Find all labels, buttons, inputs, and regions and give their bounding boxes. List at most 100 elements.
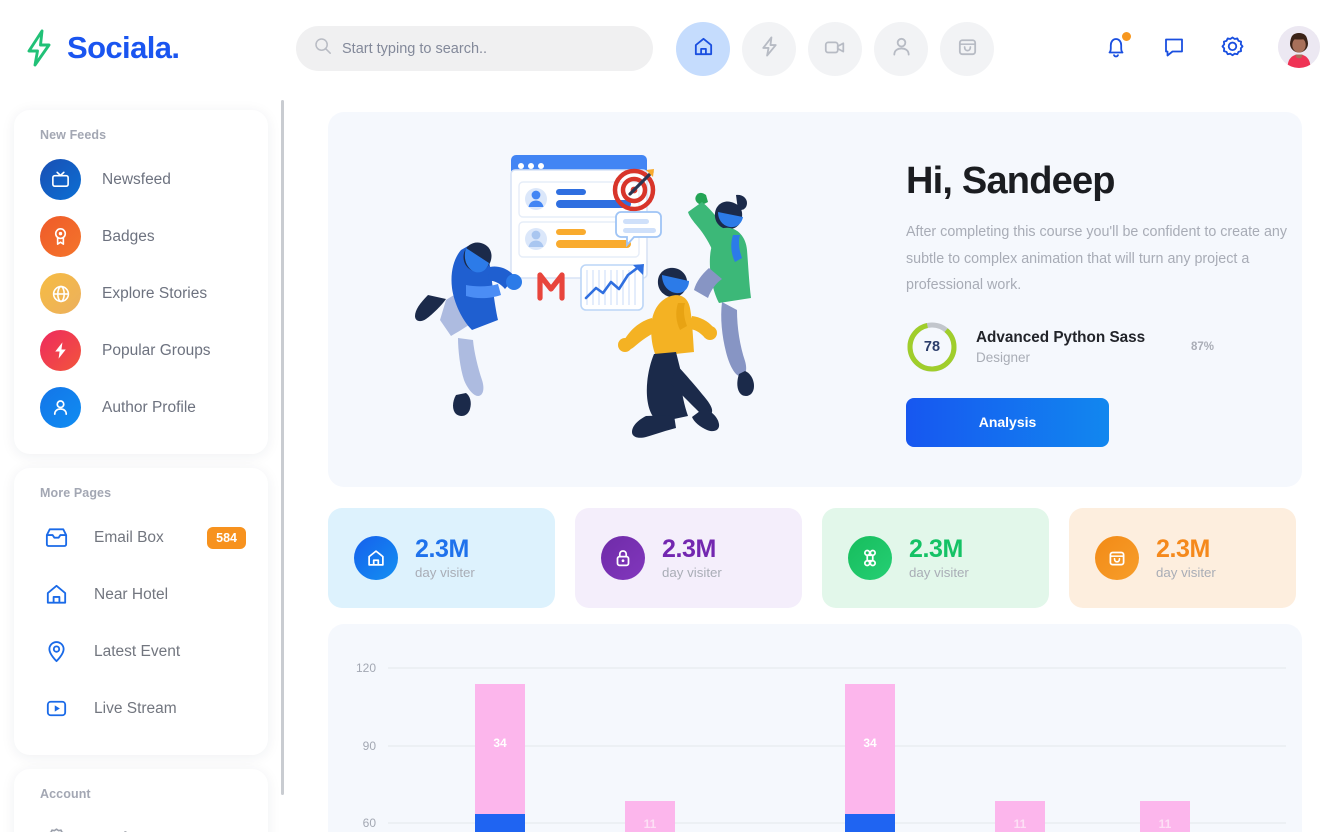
stat-label: day visiter bbox=[662, 565, 722, 581]
messages-button[interactable] bbox=[1161, 34, 1187, 60]
bar-group-4[interactable]: 11 bbox=[995, 801, 1045, 832]
sidebar: New Feeds Newsfeed Badges Explore Storie… bbox=[0, 96, 282, 832]
gear-icon bbox=[40, 823, 72, 832]
ytick-label-60: 60 bbox=[363, 816, 377, 830]
sidebar-group-more-pages: More Pages Email Box 584 Near Hotel Late… bbox=[14, 468, 268, 755]
sidebar-item-explore-stories[interactable]: Explore Stories bbox=[14, 265, 268, 322]
stat-value: 2.3M bbox=[1156, 534, 1210, 563]
page-title: Hi, Sandeep bbox=[906, 160, 1116, 202]
bar-group-5[interactable]: 11 bbox=[1140, 801, 1190, 832]
bar-label: 34 bbox=[863, 736, 877, 750]
shopping-bag-icon bbox=[1095, 536, 1139, 580]
sidebar-item-label: Explore Stories bbox=[102, 284, 208, 302]
sidebar-group-account: Account Settings bbox=[14, 769, 268, 832]
analytics-chart-card: 120 90 60 34 11 34 11 11 bbox=[328, 624, 1302, 832]
sidebar-scrollbar[interactable] bbox=[281, 100, 284, 795]
bar-label: 11 bbox=[644, 817, 657, 831]
bar-label: 11 bbox=[1014, 817, 1027, 831]
stat-label: day visiter bbox=[415, 565, 475, 581]
stat-card-home[interactable]: 2.3M day visiter bbox=[328, 508, 555, 608]
sidebar-group-title: Account bbox=[40, 787, 91, 801]
notification-dot bbox=[1122, 32, 1131, 41]
map-pin-icon bbox=[40, 636, 72, 668]
course-percent: 87% bbox=[1190, 340, 1214, 353]
command-key-icon bbox=[848, 536, 892, 580]
lightning-bolt-icon bbox=[40, 330, 81, 371]
primary-nav bbox=[676, 22, 994, 76]
hero-description: After completing this course you'll be c… bbox=[906, 224, 1288, 293]
brand-logo[interactable]: Sociala. bbox=[22, 28, 272, 68]
brand-name: Sociala. bbox=[67, 30, 180, 65]
stat-label: day visiter bbox=[909, 565, 969, 581]
sidebar-item-popular-groups[interactable]: Popular Groups bbox=[14, 322, 268, 379]
shopping-bag-icon bbox=[956, 35, 979, 63]
nav-pill-shop[interactable] bbox=[940, 22, 994, 76]
home-icon bbox=[40, 579, 72, 611]
stat-card-command[interactable]: 2.3M day visiter bbox=[822, 508, 1049, 608]
hero-text-block: Hi, Sandeep After completing this course… bbox=[906, 160, 1296, 447]
sidebar-item-label: Email Box bbox=[94, 528, 164, 546]
user-icon bbox=[890, 35, 913, 63]
sidebar-item-label: Latest Event bbox=[94, 642, 181, 660]
home-icon bbox=[692, 35, 715, 63]
sidebar-item-near-hotel[interactable]: Near Hotel bbox=[14, 566, 268, 623]
stat-value: 2.3M bbox=[662, 534, 716, 563]
analysis-button[interactable]: Analysis bbox=[906, 397, 1109, 447]
lightning-bolt-icon bbox=[758, 35, 781, 63]
sidebar-item-settings[interactable]: Settings bbox=[14, 810, 268, 832]
sidebar-item-email-box[interactable]: Email Box 584 bbox=[14, 509, 268, 566]
award-badge-icon bbox=[40, 216, 81, 257]
user-icon bbox=[40, 387, 81, 428]
avatar[interactable] bbox=[1278, 26, 1320, 68]
stat-value: 2.3M bbox=[909, 534, 963, 563]
ytick-label-90: 90 bbox=[363, 739, 377, 753]
notifications-button[interactable] bbox=[1103, 32, 1131, 60]
stat-card-lock[interactable]: 2.3M day visiter bbox=[575, 508, 802, 608]
bar-group-3[interactable]: 34 bbox=[845, 684, 895, 832]
nav-pill-video[interactable] bbox=[808, 22, 862, 76]
sidebar-item-live-stream[interactable]: Live Stream bbox=[14, 680, 268, 737]
bar-group-2[interactable]: 11 bbox=[625, 801, 675, 832]
search-icon bbox=[314, 37, 332, 60]
inbox-icon bbox=[40, 522, 72, 554]
stat-value: 2.3M bbox=[415, 534, 469, 563]
ytick-label-120: 120 bbox=[356, 661, 376, 675]
nav-pill-people[interactable] bbox=[874, 22, 928, 76]
progress-score: 78 bbox=[923, 338, 941, 355]
sidebar-group-title: New Feeds bbox=[40, 128, 107, 142]
stat-cards: 2.3M day visiter 2.3M day visiter 2.3M d… bbox=[328, 508, 1296, 608]
hero-illustration bbox=[406, 140, 766, 450]
email-badge: 584 bbox=[207, 526, 246, 549]
sidebar-group-title: More Pages bbox=[40, 486, 112, 500]
settings-button[interactable] bbox=[1219, 34, 1246, 61]
sidebar-item-newsfeed[interactable]: Newsfeed bbox=[14, 151, 268, 208]
bar-chart[interactable]: 120 90 60 34 11 34 11 11 bbox=[328, 624, 1302, 832]
sidebar-item-label: Near Hotel bbox=[94, 585, 169, 603]
lock-icon bbox=[601, 536, 645, 580]
sidebar-item-label: Popular Groups bbox=[102, 341, 211, 359]
nav-pill-home[interactable] bbox=[676, 22, 730, 76]
video-camera-icon bbox=[823, 35, 847, 64]
sidebar-item-author-profile[interactable]: Author Profile bbox=[14, 379, 268, 436]
header-actions bbox=[1103, 26, 1320, 68]
sidebar-item-label: Live Stream bbox=[94, 699, 177, 717]
bar-label: 11 bbox=[1159, 817, 1172, 831]
sidebar-item-badges[interactable]: Badges bbox=[14, 208, 268, 265]
sidebar-item-label: Newsfeed bbox=[102, 170, 171, 188]
lightning-bolt-icon bbox=[22, 28, 56, 68]
search-input[interactable] bbox=[342, 40, 635, 57]
sidebar-item-label: Author Profile bbox=[102, 398, 196, 416]
stat-card-shop[interactable]: 2.3M day visiter bbox=[1069, 508, 1296, 608]
sidebar-item-latest-event[interactable]: Latest Event bbox=[14, 623, 268, 680]
course-meta: Advanced Python Sass Designer bbox=[976, 329, 1145, 365]
sidebar-item-label: Badges bbox=[102, 227, 155, 245]
search-box[interactable] bbox=[296, 26, 653, 71]
bar-group-1[interactable]: 34 bbox=[475, 684, 525, 832]
nav-pill-activity[interactable] bbox=[742, 22, 796, 76]
stat-label: day visiter bbox=[1156, 565, 1216, 581]
app-header: Sociala. bbox=[0, 0, 1342, 96]
course-role: Designer bbox=[976, 349, 1031, 365]
play-video-icon bbox=[40, 693, 72, 725]
bar-segment-blue bbox=[475, 814, 525, 832]
course-name: Advanced Python Sass bbox=[976, 328, 1146, 346]
